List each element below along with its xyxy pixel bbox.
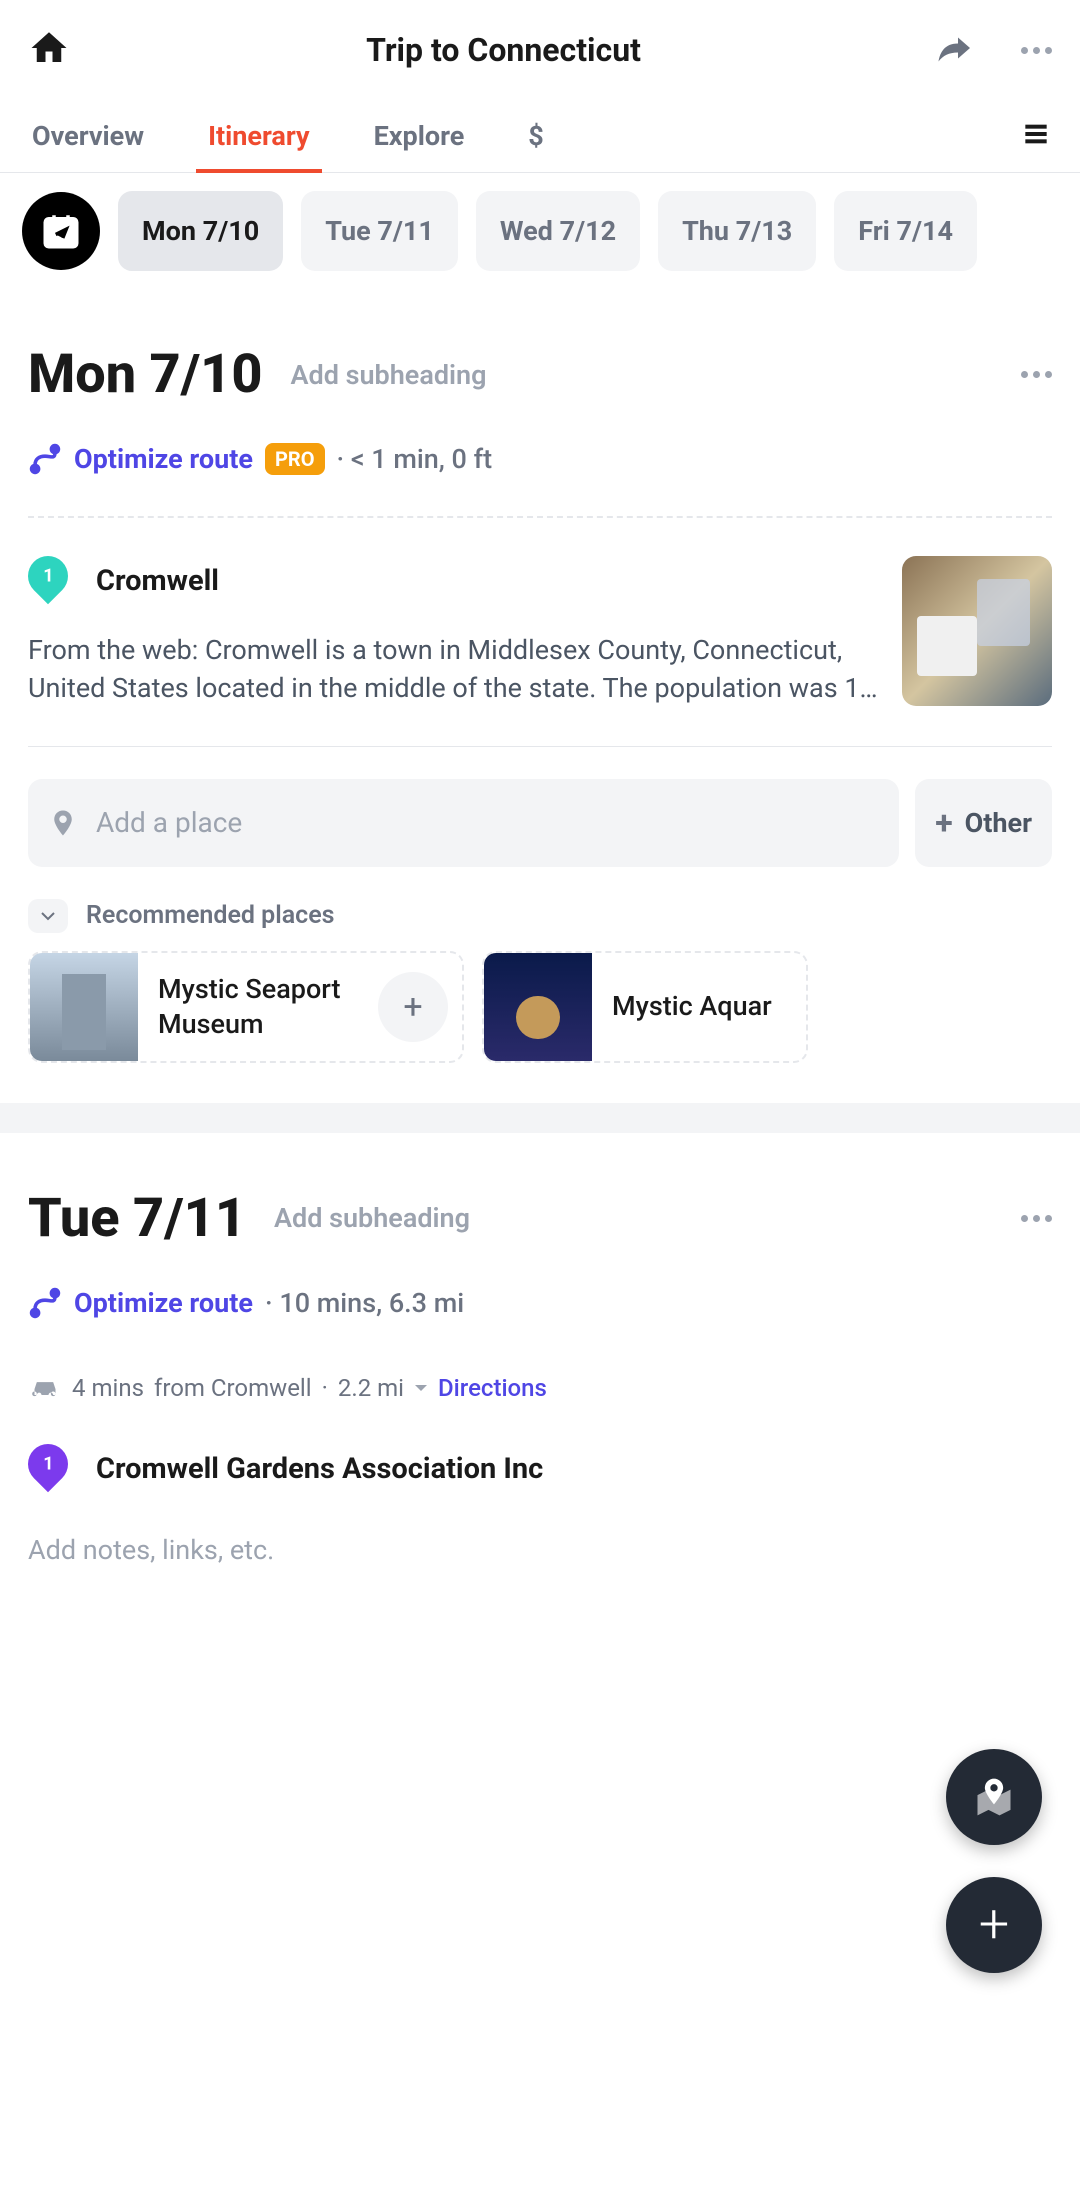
route-icon — [28, 1286, 62, 1320]
pin-icon: 1 — [28, 556, 68, 606]
add-notes[interactable]: Add notes, links, etc. — [28, 1534, 1052, 1566]
place-image — [902, 556, 1052, 706]
day-title: Mon 7/10 — [28, 343, 262, 406]
plus-icon: + — [979, 1898, 1010, 1952]
place-item[interactable]: 1 Cromwell Gardens Association Inc Add n… — [28, 1444, 1052, 1566]
direction-distance: 2.2 mi — [338, 1374, 404, 1402]
date-pill-1[interactable]: Tue 7/11 — [301, 191, 458, 271]
add-fab[interactable]: + — [946, 1877, 1042, 1973]
location-icon — [48, 805, 78, 841]
tab-explore[interactable]: Explore — [370, 100, 469, 172]
route-time: · < 1 min, 0 ft — [337, 443, 493, 475]
tab-budget[interactable]: $ — [524, 100, 548, 172]
menu-icon[interactable] — [1020, 118, 1052, 154]
recommended-name: Mystic Seaport Museum — [138, 972, 378, 1042]
add-recommended-button[interactable]: + — [378, 972, 448, 1042]
pro-badge: PRO — [265, 443, 325, 475]
place-description: From the web: Cromwell is a town in Midd… — [28, 632, 882, 708]
recommended-name: Mystic Aquar — [592, 989, 792, 1024]
day-more-icon[interactable] — [1021, 1215, 1052, 1222]
chevron-down-icon[interactable] — [414, 1383, 428, 1393]
add-place-input[interactable]: Add a place — [28, 779, 899, 867]
more-icon[interactable] — [1021, 47, 1052, 54]
add-subheading[interactable]: Add subheading — [290, 359, 993, 391]
collapse-button[interactable] — [28, 899, 68, 933]
place-name: Cromwell Gardens Association Inc — [96, 1452, 543, 1486]
share-icon[interactable] — [937, 30, 1021, 70]
day-more-icon[interactable] — [1021, 371, 1052, 378]
trip-title: Trip to Connecticut — [70, 31, 937, 69]
recommended-image — [484, 953, 592, 1061]
car-icon — [28, 1374, 62, 1402]
recommended-card[interactable]: Mystic Seaport Museum + — [28, 951, 464, 1063]
map-fab[interactable] — [946, 1749, 1042, 1845]
route-icon — [28, 442, 62, 476]
optimize-route-link[interactable]: Optimize route — [74, 1287, 253, 1319]
map-icon — [972, 1775, 1016, 1819]
date-pill-4[interactable]: Fri 7/14 — [834, 191, 977, 271]
tab-itinerary[interactable]: Itinerary — [204, 100, 314, 172]
other-button[interactable]: + Other — [915, 779, 1052, 867]
pin-icon: 1 — [28, 1444, 68, 1494]
plus-icon: + — [935, 807, 952, 839]
optimize-route-link[interactable]: Optimize route — [74, 443, 253, 475]
directions-link[interactable]: Directions — [438, 1374, 547, 1402]
date-pill-3[interactable]: Thu 7/13 — [658, 191, 816, 271]
recommended-card[interactable]: Mystic Aquar — [482, 951, 808, 1063]
tab-overview[interactable]: Overview — [28, 100, 148, 172]
place-name: Cromwell — [96, 564, 219, 598]
day-title: Tue 7/11 — [28, 1187, 246, 1250]
add-subheading[interactable]: Add subheading — [274, 1202, 993, 1234]
chevron-down-icon — [40, 911, 56, 921]
calendar-button[interactable] — [22, 192, 100, 270]
section-divider — [0, 1103, 1080, 1133]
date-pill-0[interactable]: Mon 7/10 — [118, 191, 283, 271]
route-time: · 10 mins, 6.3 mi — [265, 1287, 464, 1319]
direction-from: from Cromwell — [154, 1374, 312, 1402]
add-place-placeholder: Add a place — [96, 806, 242, 839]
recommended-label: Recommended places — [86, 901, 335, 930]
recommended-image — [30, 953, 138, 1061]
home-icon[interactable] — [28, 27, 70, 73]
place-item[interactable]: 1 Cromwell From the web: Cromwell is a t… — [28, 518, 1052, 747]
date-pill-2[interactable]: Wed 7/12 — [476, 191, 640, 271]
direction-time: 4 mins — [72, 1374, 144, 1402]
